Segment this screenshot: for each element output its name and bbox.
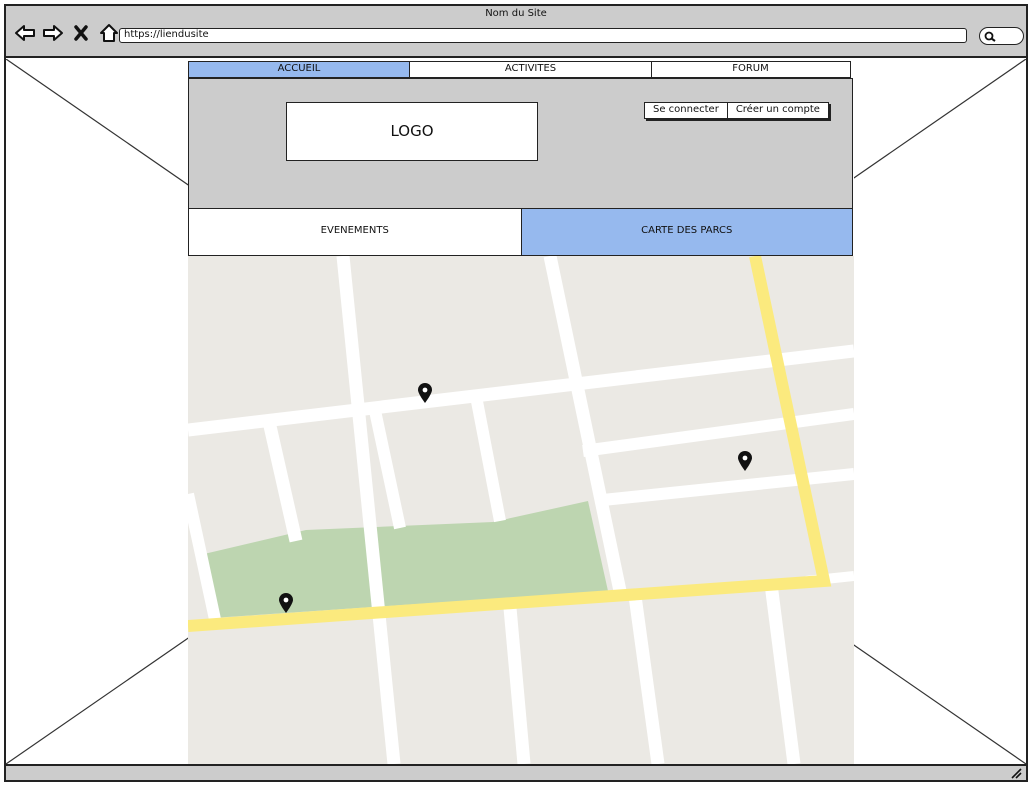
home-icon[interactable] (98, 22, 120, 44)
tab-forum[interactable]: FORUM (652, 62, 849, 77)
tab-carte-des-parcs[interactable]: CARTE DES PARCS (520, 209, 852, 255)
search-icon (984, 31, 996, 42)
close-icon[interactable] (70, 22, 92, 44)
browser-search-button[interactable] (979, 27, 1024, 45)
map-pin-icon[interactable] (738, 451, 752, 471)
back-icon[interactable] (14, 22, 36, 44)
tab-evenements[interactable]: EVENEMENTS (189, 209, 521, 255)
logo[interactable]: LOGO (286, 102, 538, 161)
browser-statusbar (6, 764, 1026, 780)
sub-nav: EVENEMENTS CARTE DES PARCS (188, 209, 853, 256)
page: ACCUEIL ACTIVITES FORUM LOGO Se connecte… (188, 59, 854, 764)
signup-button[interactable]: Créer un compte (727, 102, 829, 119)
tab-activites[interactable]: ACTIVITES (410, 62, 652, 77)
browser-nav (14, 22, 120, 44)
tab-accueil[interactable]: ACCUEIL (189, 62, 410, 77)
forward-icon[interactable] (42, 22, 64, 44)
window-title: Nom du Site (485, 8, 547, 19)
parks-map[interactable] (188, 256, 854, 764)
login-button[interactable]: Se connecter (644, 102, 728, 119)
auth-buttons: Se connecter Créer un compte (644, 102, 829, 119)
site-header: LOGO Se connecter Créer un compte (188, 78, 853, 209)
top-nav: ACCUEIL ACTIVITES FORUM (188, 61, 851, 78)
browser-viewport: ACCUEIL ACTIVITES FORUM LOGO Se connecte… (6, 59, 1026, 764)
browser-titlebar: Nom du Site https://liendusite (6, 6, 1026, 58)
browser-window: Nom du Site https://liendusite ACCUEIL A… (4, 4, 1028, 782)
url-bar[interactable]: https://liendusite (119, 28, 967, 43)
resize-grip-icon[interactable] (1010, 767, 1022, 779)
